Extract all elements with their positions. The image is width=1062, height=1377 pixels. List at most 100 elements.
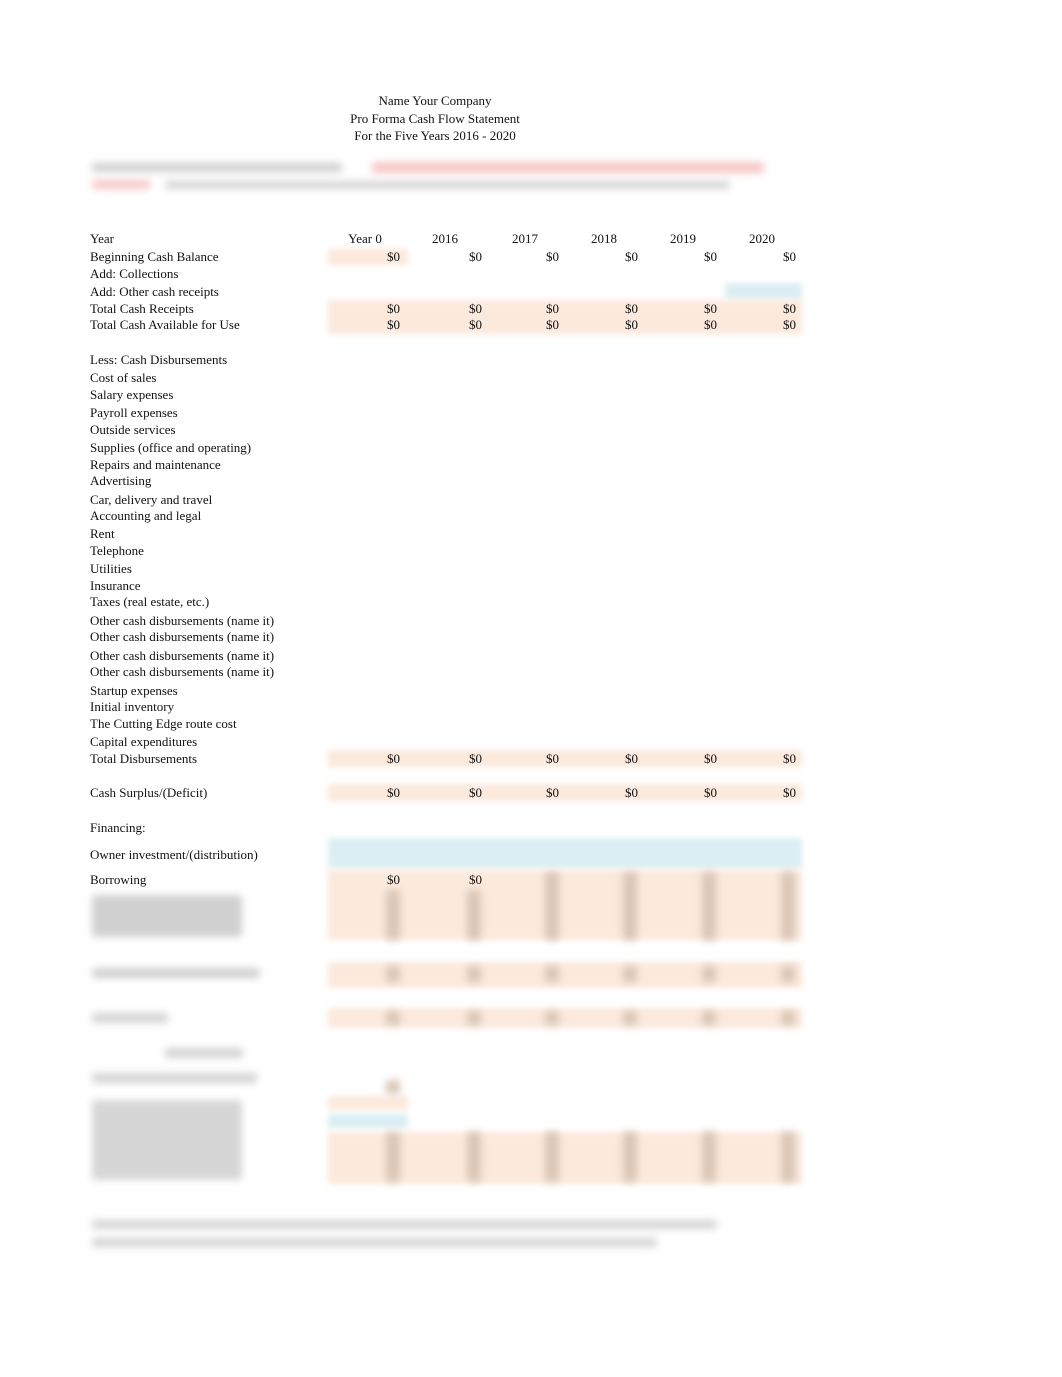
- row-label: Total Disbursements: [90, 751, 198, 766]
- disbursement-row: Cost of sales: [0, 369, 1062, 386]
- row-label: Beginning Cash Balance: [90, 249, 219, 264]
- blurred-footnote: [92, 1220, 717, 1229]
- value-cell[interactable]: $0: [657, 316, 717, 333]
- disbursement-row: Other cash disbursements (name it): [0, 628, 1062, 645]
- row-label: The Cutting Edge route cost: [90, 716, 237, 731]
- disbursement-row: The Cutting Edge route cost: [0, 715, 1062, 732]
- disbursement-row: Outside services: [0, 421, 1062, 438]
- value-cell[interactable]: $0: [340, 300, 400, 317]
- disbursement-row: Rent: [0, 525, 1062, 542]
- value-cell[interactable]: $0: [422, 300, 482, 317]
- row-label: Add: Collections: [90, 266, 179, 281]
- value-cell[interactable]: $0: [340, 871, 400, 888]
- owner-investment-row: Owner investment/(distribution): [0, 846, 1062, 863]
- blurred-note-red: [372, 162, 764, 173]
- cash-surplus-row: Cash Surplus/(Deficit) $0 $0 $0 $0 $0 $0: [0, 784, 1062, 801]
- value-cell[interactable]: $0: [657, 784, 717, 801]
- blurred-value: [623, 1132, 637, 1182]
- value-cell[interactable]: $0: [736, 248, 796, 265]
- column-header: 2017: [512, 231, 538, 246]
- row-label: Outside services: [90, 422, 176, 437]
- value-cell[interactable]: $0: [578, 316, 638, 333]
- disbursement-row: Other cash disbursements (name it): [0, 612, 1062, 629]
- blurred-value: [386, 1132, 400, 1182]
- blurred-value: [781, 1011, 795, 1025]
- blurred-value: [545, 1011, 559, 1025]
- blurred-value: [386, 966, 400, 982]
- value-cell[interactable]: $0: [422, 750, 482, 767]
- row-label: Advertising: [90, 473, 152, 488]
- blurred-label: [92, 895, 242, 937]
- cell-bg-blurred-4: [328, 1114, 408, 1128]
- blurred-value: [386, 890, 400, 940]
- value-cell[interactable]: $0: [736, 316, 796, 333]
- financing-heading-row: Financing:: [0, 819, 1062, 836]
- row-label: Cash Surplus/(Deficit): [90, 785, 208, 800]
- value-cell[interactable]: $0: [657, 300, 717, 317]
- value-cell[interactable]: $0: [736, 750, 796, 767]
- receipt-row: Beginning Cash Balance $0 $0 $0 $0 $0 $0: [0, 248, 1062, 265]
- disbursements-heading-row: Less: Cash Disbursements: [0, 351, 1062, 368]
- disbursement-row: Repairs and maintenance: [0, 456, 1062, 473]
- disbursement-row: Other cash disbursements (name it): [0, 647, 1062, 664]
- value-cell[interactable]: $0: [736, 300, 796, 317]
- value-cell[interactable]: $0: [340, 750, 400, 767]
- column-header-row: Year Year 0 2016 2017 2018 2019 2020: [0, 230, 1062, 247]
- disbursement-row: Accounting and legal: [0, 507, 1062, 524]
- column-header: 2020: [749, 231, 775, 246]
- row-label: Other cash disbursements (name it): [90, 664, 275, 679]
- value-cell[interactable]: $0: [578, 750, 638, 767]
- disbursement-row: Taxes (real estate, etc.): [0, 593, 1062, 610]
- value-cell[interactable]: $0: [499, 248, 559, 265]
- blurred-value: [467, 966, 481, 982]
- value-cell[interactable]: $0: [657, 248, 717, 265]
- row-label: Repairs and maintenance: [90, 457, 221, 472]
- row-label: Initial inventory: [90, 699, 175, 714]
- financing-heading: Financing:: [90, 820, 146, 835]
- receipt-row: Total Cash Receipts $0 $0 $0 $0 $0 $0: [0, 300, 1062, 317]
- report-header: Name Your Company Pro Forma Cash Flow St…: [0, 92, 870, 145]
- row-label: Startup expenses: [90, 683, 178, 698]
- blurred-value: [702, 1132, 716, 1182]
- receipt-row: Add: Collections: [0, 265, 1062, 282]
- value-cell[interactable]: $0: [578, 784, 638, 801]
- value-cell[interactable]: $0: [422, 784, 482, 801]
- disbursement-row: Initial inventory: [0, 698, 1062, 715]
- row-label: Utilities: [90, 561, 132, 576]
- row-label: Capital expenditures: [90, 734, 198, 749]
- row-label: Other cash disbursements (name it): [90, 629, 275, 644]
- value-cell[interactable]: $0: [499, 316, 559, 333]
- total-disbursements-row: Total Disbursements $0 $0 $0 $0 $0 $0: [0, 750, 1062, 767]
- column-header: Year 0: [348, 231, 382, 246]
- blurred-value: [545, 966, 559, 982]
- statement-title: Pro Forma Cash Flow Statement: [350, 110, 520, 126]
- row-label: Supplies (office and operating): [90, 440, 252, 455]
- disbursement-row: Advertising: [0, 472, 1062, 489]
- row-label: Total Cash Receipts: [90, 301, 194, 316]
- value-cell[interactable]: $0: [578, 300, 638, 317]
- value-cell[interactable]: $0: [422, 316, 482, 333]
- blurred-value: [545, 1132, 559, 1182]
- value-cell[interactable]: $0: [657, 750, 717, 767]
- receipt-row: Add: Other cash receipts: [0, 283, 1062, 300]
- receipt-row: Total Cash Available for Use $0 $0 $0 $0 $0 $0: [0, 316, 1062, 333]
- disbursement-row: Car, delivery and travel: [0, 491, 1062, 508]
- value-cell[interactable]: $0: [499, 300, 559, 317]
- value-cell[interactable]: $0: [340, 316, 400, 333]
- value-cell[interactable]: $0: [499, 750, 559, 767]
- statement-period: For the Five Years 2016 - 2020: [354, 128, 516, 143]
- row-label: Rent: [90, 526, 115, 541]
- blurred-value: [702, 872, 716, 940]
- company-name: Name Your Company: [378, 93, 492, 108]
- blurred-label: [92, 1013, 168, 1023]
- value-cell[interactable]: $0: [736, 784, 796, 801]
- row-label: Other cash disbursements (name it): [90, 613, 275, 628]
- value-cell[interactable]: $0: [499, 784, 559, 801]
- value-cell[interactable]: $0: [340, 248, 400, 265]
- blurred-value: [702, 966, 716, 982]
- value-cell[interactable]: $0: [422, 248, 482, 265]
- value-cell[interactable]: $0: [422, 871, 482, 888]
- value-cell[interactable]: $0: [340, 784, 400, 801]
- value-cell[interactable]: $0: [578, 248, 638, 265]
- row-label: Taxes (real estate, etc.): [90, 594, 210, 609]
